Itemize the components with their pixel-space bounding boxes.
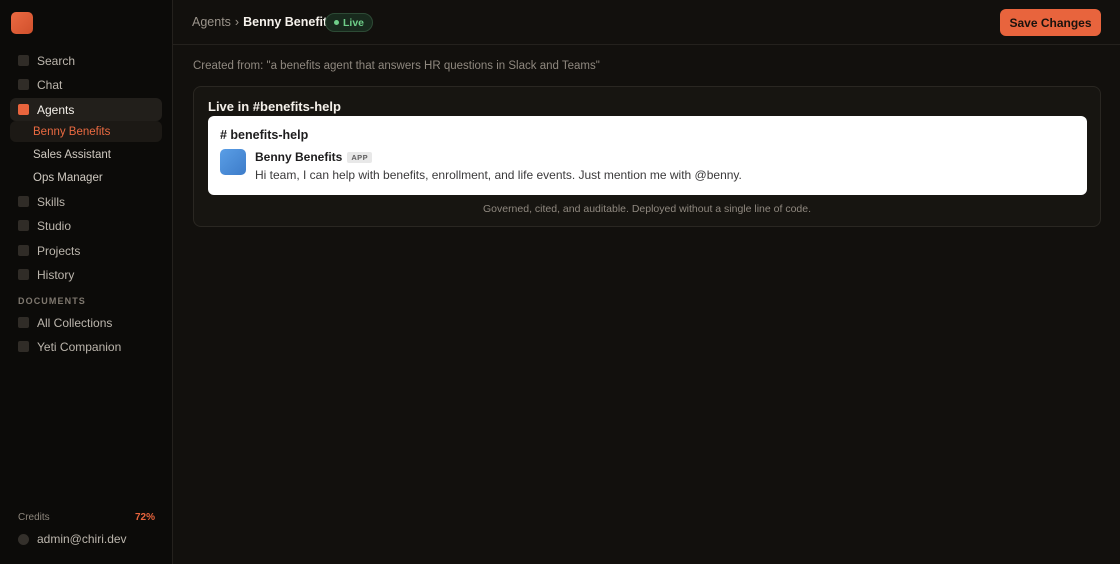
sidebar-agent-label: Sales Assistant <box>33 148 111 161</box>
panel-title: Live in #benefits-help <box>208 99 341 114</box>
sidebar: Search Chat Agents Benny Benefits Sales … <box>0 0 173 564</box>
sidebar-item-label: Studio <box>37 218 72 233</box>
slack-message-preview: # benefits-help Benny Benefits APP Hi te… <box>208 116 1087 195</box>
breadcrumb-root[interactable]: Agents <box>192 15 231 29</box>
sidebar-item-projects[interactable]: Projects <box>10 239 162 262</box>
live-dot-icon <box>334 20 339 25</box>
page-header: Agents › Benny Benefits Live Save Change… <box>173 0 1120 45</box>
live-preview-panel: Live in #benefits-help # benefits-help B… <box>193 86 1101 227</box>
breadcrumb-current: Benny Benefits <box>243 15 335 29</box>
collections-icon <box>18 317 29 328</box>
sidebar-item-label: Search <box>37 53 76 68</box>
app-logo[interactable] <box>11 12 33 34</box>
sidebar-item-agents[interactable]: Agents <box>10 98 162 121</box>
breadcrumb: Agents › Benny Benefits <box>192 15 334 29</box>
sidebar-item-all-collections[interactable]: All Collections <box>10 311 162 334</box>
credits-value: 72% <box>134 512 155 523</box>
sidebar-agent-benny-benefits[interactable]: Benny Benefits <box>10 121 162 142</box>
sidebar-item-yeti-companion[interactable]: Yeti Companion <box>10 335 162 358</box>
sidebar-item-label: Agents <box>37 102 75 117</box>
agents-icon <box>18 104 29 115</box>
save-changes-button[interactable]: Save Changes <box>1000 9 1101 36</box>
sidebar-item-label: All Collections <box>37 315 113 330</box>
account-email: admin@chiri.dev <box>37 532 127 546</box>
search-icon <box>18 55 29 66</box>
sidebar-item-label: Projects <box>37 243 81 258</box>
panel-footer-text: Governed, cited, and auditable. Deployed… <box>482 203 812 215</box>
channel-name: # benefits-help <box>220 128 309 142</box>
projects-icon <box>18 245 29 256</box>
chat-icon <box>18 79 29 90</box>
sidebar-item-label: Skills <box>37 194 66 209</box>
sidebar-item-search[interactable]: Search <box>10 49 162 72</box>
sidebar-item-label: Yeti Companion <box>37 339 122 354</box>
sidebar-item-chat[interactable]: Chat <box>10 73 162 96</box>
sidebar-agent-label: Benny Benefits <box>33 125 111 138</box>
credits-label: Credits <box>18 512 50 523</box>
sidebar-agent-sales-assistant[interactable]: Sales Assistant <box>10 144 162 165</box>
app-tag: APP <box>347 151 372 163</box>
documents-section-label: DOCUMENTS <box>18 296 86 306</box>
sidebar-agent-label: Ops Manager <box>33 171 103 184</box>
status-badge-label: Live <box>343 16 365 29</box>
avatar <box>18 533 29 545</box>
document-icon <box>18 341 29 352</box>
sidebar-item-studio[interactable]: Studio <box>10 214 162 237</box>
account-menu[interactable]: admin@chiri.dev <box>18 532 127 546</box>
sidebar-item-label: Chat <box>37 77 63 92</box>
sidebar-item-label: History <box>37 267 75 282</box>
sidebar-item-history[interactable]: History <box>10 263 162 286</box>
skills-icon <box>18 196 29 207</box>
bot-message: Hi team, I can help with benefits, enrol… <box>255 168 742 182</box>
bot-avatar <box>220 149 246 175</box>
sidebar-item-skills[interactable]: Skills <box>10 190 162 213</box>
bot-name: Benny Benefits <box>255 150 343 164</box>
history-icon <box>18 269 29 280</box>
sidebar-agent-ops-manager[interactable]: Ops Manager <box>10 167 162 188</box>
breadcrumb-separator: › <box>234 15 240 29</box>
studio-icon <box>18 220 29 231</box>
created-from-text: Created from: "a benefits agent that ans… <box>193 60 600 72</box>
status-badge: Live <box>325 13 374 32</box>
bot-name-row: Benny Benefits APP <box>255 150 372 164</box>
